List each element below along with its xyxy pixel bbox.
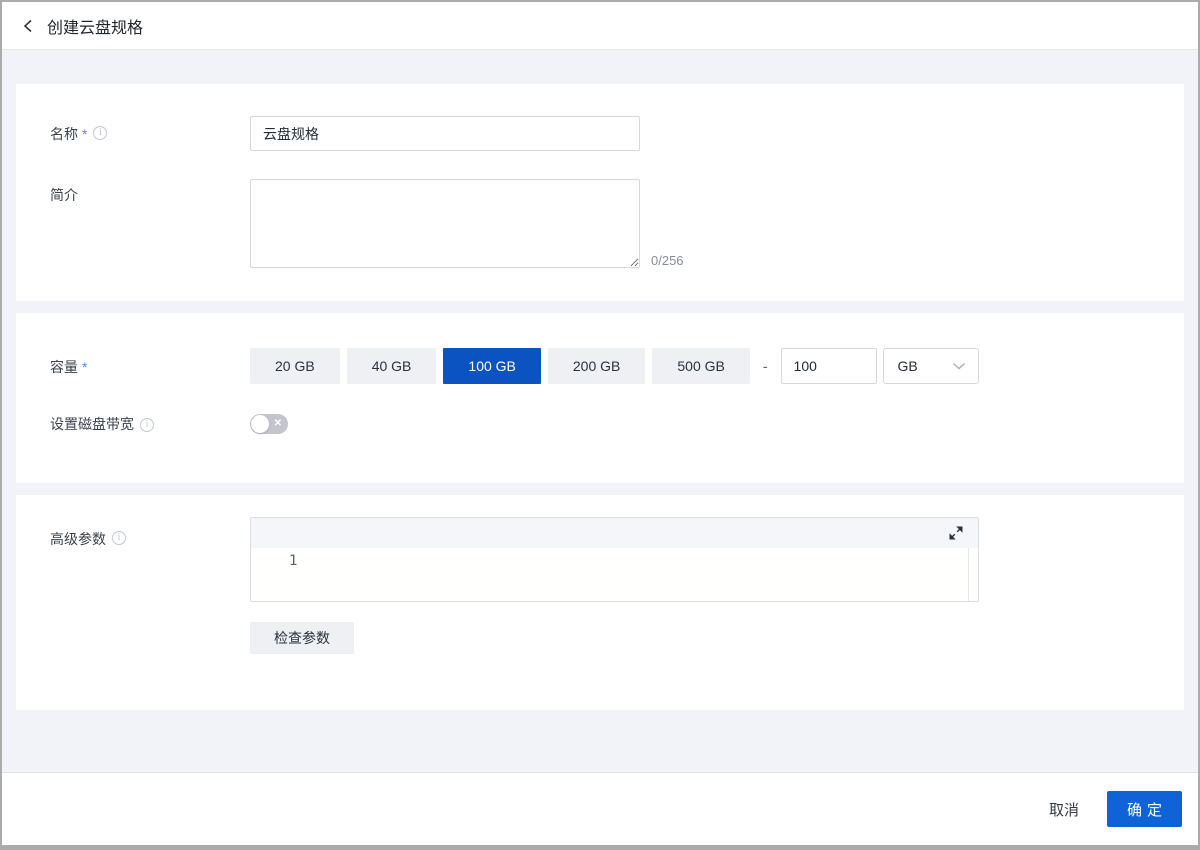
basic-info-card: 名称 * i 简介 0/256 [16,84,1184,301]
capacity-label: 容量 * [50,348,250,384]
required-asterisk: * [82,124,87,144]
char-counter: 0/256 [651,253,684,268]
capacity-option-40gb[interactable]: 40 GB [347,348,437,384]
footer-action-bar: 取消 确定 [2,772,1198,845]
bandwidth-row: 设置磁盘带宽 i ✕ [50,414,1150,434]
capacity-card: 容量 * 20 GB 40 GB 100 GB 200 GB 500 GB - … [16,313,1184,483]
editor-toolbar [251,518,978,548]
check-params-button[interactable]: 检查参数 [250,622,354,654]
editor-line-number: 1 [289,553,297,569]
code-editor[interactable]: 1 [250,517,979,602]
advanced-label: 高级参数 i [50,517,250,654]
chevron-left-icon [22,19,34,33]
info-icon[interactable]: i [140,418,154,432]
page-header: 创建云盘规格 [2,2,1198,50]
capacity-option-500gb[interactable]: 500 GB [652,348,749,384]
toggle-off-x-icon: ✕ [274,419,282,429]
capacity-option-200gb[interactable]: 200 GB [548,348,645,384]
advanced-params-card: 高级参数 i [16,495,1184,710]
form-body: 名称 * i 简介 0/256 容量 * [2,50,1198,722]
bandwidth-toggle-off[interactable]: ✕ [250,414,288,434]
editor-scrollbar[interactable] [968,548,969,601]
advanced-editor-column: 1 检查参数 [250,517,979,654]
name-input[interactable] [250,116,640,151]
advanced-row: 高级参数 i [50,517,1150,654]
description-label: 简介 [50,179,250,268]
description-row: 简介 0/256 [50,179,1150,268]
expand-icon [949,526,963,540]
info-icon[interactable]: i [93,126,107,140]
chevron-down-icon [952,362,966,370]
description-textarea[interactable] [250,179,640,268]
name-label: 名称 * i [50,116,250,151]
back-button[interactable] [22,19,34,33]
capacity-row: 容量 * 20 GB 40 GB 100 GB 200 GB 500 GB - … [50,348,1150,384]
bandwidth-label: 设置磁盘带宽 i [50,414,250,434]
description-field-wrap: 0/256 [250,179,684,268]
editor-body[interactable]: 1 [251,548,978,601]
toggle-knob [251,415,269,433]
page-title: 创建云盘规格 [47,14,143,38]
info-icon[interactable]: i [112,531,126,545]
capacity-presets: 20 GB 40 GB 100 GB 200 GB 500 GB [250,348,750,384]
capacity-unit-select[interactable]: GB [883,348,979,384]
confirm-button[interactable]: 确定 [1107,791,1182,827]
capacity-option-100gb-selected[interactable]: 100 GB [443,348,540,384]
name-row: 名称 * i [50,116,1150,151]
range-separator: - [763,358,768,374]
cancel-button[interactable]: 取消 [1049,799,1079,820]
capacity-controls: 20 GB 40 GB 100 GB 200 GB 500 GB - GB [250,348,979,384]
capacity-unit-value: GB [898,358,918,374]
expand-fullscreen-button[interactable] [949,526,963,540]
capacity-option-20gb[interactable]: 20 GB [250,348,340,384]
required-asterisk: * [82,357,87,377]
create-disk-spec-page: 创建云盘规格 名称 * i 简介 0/256 [0,0,1200,850]
capacity-value-input[interactable] [781,348,877,384]
